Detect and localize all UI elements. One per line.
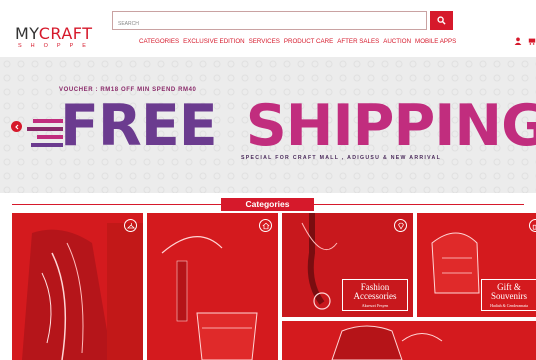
- tile-subtitle: Hadiah & Cenderamata: [490, 303, 528, 308]
- nav-mobile-apps[interactable]: MOBILE APPS: [415, 38, 456, 45]
- logo-wordmark: MYCRAFT: [15, 24, 93, 43]
- category-tile-clothing[interactable]: [12, 213, 143, 360]
- tile-title: Gift & Souvenirs: [491, 282, 527, 301]
- nav-services[interactable]: SERVICES: [249, 38, 280, 45]
- category-tile-gifts[interactable]: Gift & Souvenirs Hadiah & Cenderamata: [417, 213, 536, 317]
- nav-product-care[interactable]: PRODUCT CARE: [284, 38, 333, 45]
- chevron-left-icon: [14, 124, 18, 129]
- promo-banner[interactable]: VOUCHER : RM18 OFF MIN SPEND RM40 FREE SH…: [0, 57, 536, 193]
- tile-label: Gift & Souvenirs Hadiah & Cenderamata: [481, 279, 536, 311]
- banner-headline: FREE SHIPPING: [60, 95, 536, 157]
- tile-label: Fashion Accessories Aksesori Fesyen: [342, 279, 408, 311]
- nav-exclusive-edition[interactable]: EXCLUSIVE EDITION: [183, 38, 245, 45]
- logo[interactable]: MYCRAFT SHOPPE: [15, 26, 95, 54]
- categories-title: Categories: [221, 198, 314, 211]
- tile-icon-circle: [394, 219, 407, 232]
- user-icon[interactable]: [514, 37, 522, 45]
- search-input[interactable]: [113, 15, 426, 33]
- search-icon: [437, 16, 446, 25]
- speed-lines: [27, 119, 63, 147]
- headline-free: FREE: [60, 93, 218, 159]
- tile-icon-circle: [124, 219, 137, 232]
- home-decor-photo: [147, 213, 278, 360]
- nav-categories[interactable]: CATEGORIES: [139, 38, 179, 45]
- search-box: [112, 11, 427, 33]
- header-icons: [514, 37, 536, 45]
- logo-tagline: SHOPPE: [18, 43, 95, 49]
- category-tile-bags[interactable]: [282, 321, 536, 360]
- banner-subline: SPECIAL FOR CRAFT MALL , ADIGUSU & NEW A…: [241, 155, 442, 161]
- nav-auction[interactable]: AUCTION: [383, 38, 411, 45]
- tile-subtitle: Aksesori Fesyen: [361, 303, 389, 308]
- bags-photo: [282, 321, 536, 360]
- headline-shipping: SHIPPING: [245, 93, 536, 159]
- main-nav: CATEGORIES EXCLUSIVE EDITION SERVICES PR…: [139, 38, 456, 45]
- banner-prev-button[interactable]: [11, 121, 22, 132]
- clothing-photo: [12, 213, 143, 360]
- nav-after-sales[interactable]: AFTER SALES: [337, 38, 379, 45]
- cart-icon[interactable]: [528, 37, 536, 45]
- gift-icon: [532, 224, 536, 230]
- tile-icon-circle: [259, 219, 272, 232]
- hanger-icon: [126, 222, 135, 228]
- site-header: MYCRAFT SHOPPE CATEGORIES EXCLUSIVE EDIT…: [0, 0, 536, 57]
- search-button[interactable]: [430, 11, 453, 30]
- gem-icon: [397, 222, 404, 229]
- category-tile-fashion-accessories[interactable]: Fashion Accessories Aksesori Fesyen: [282, 213, 413, 317]
- tile-title: Fashion Accessories: [353, 282, 397, 301]
- category-tile-home[interactable]: [147, 213, 278, 360]
- home-icon: [262, 222, 269, 229]
- tile-icon-circle: [529, 219, 536, 232]
